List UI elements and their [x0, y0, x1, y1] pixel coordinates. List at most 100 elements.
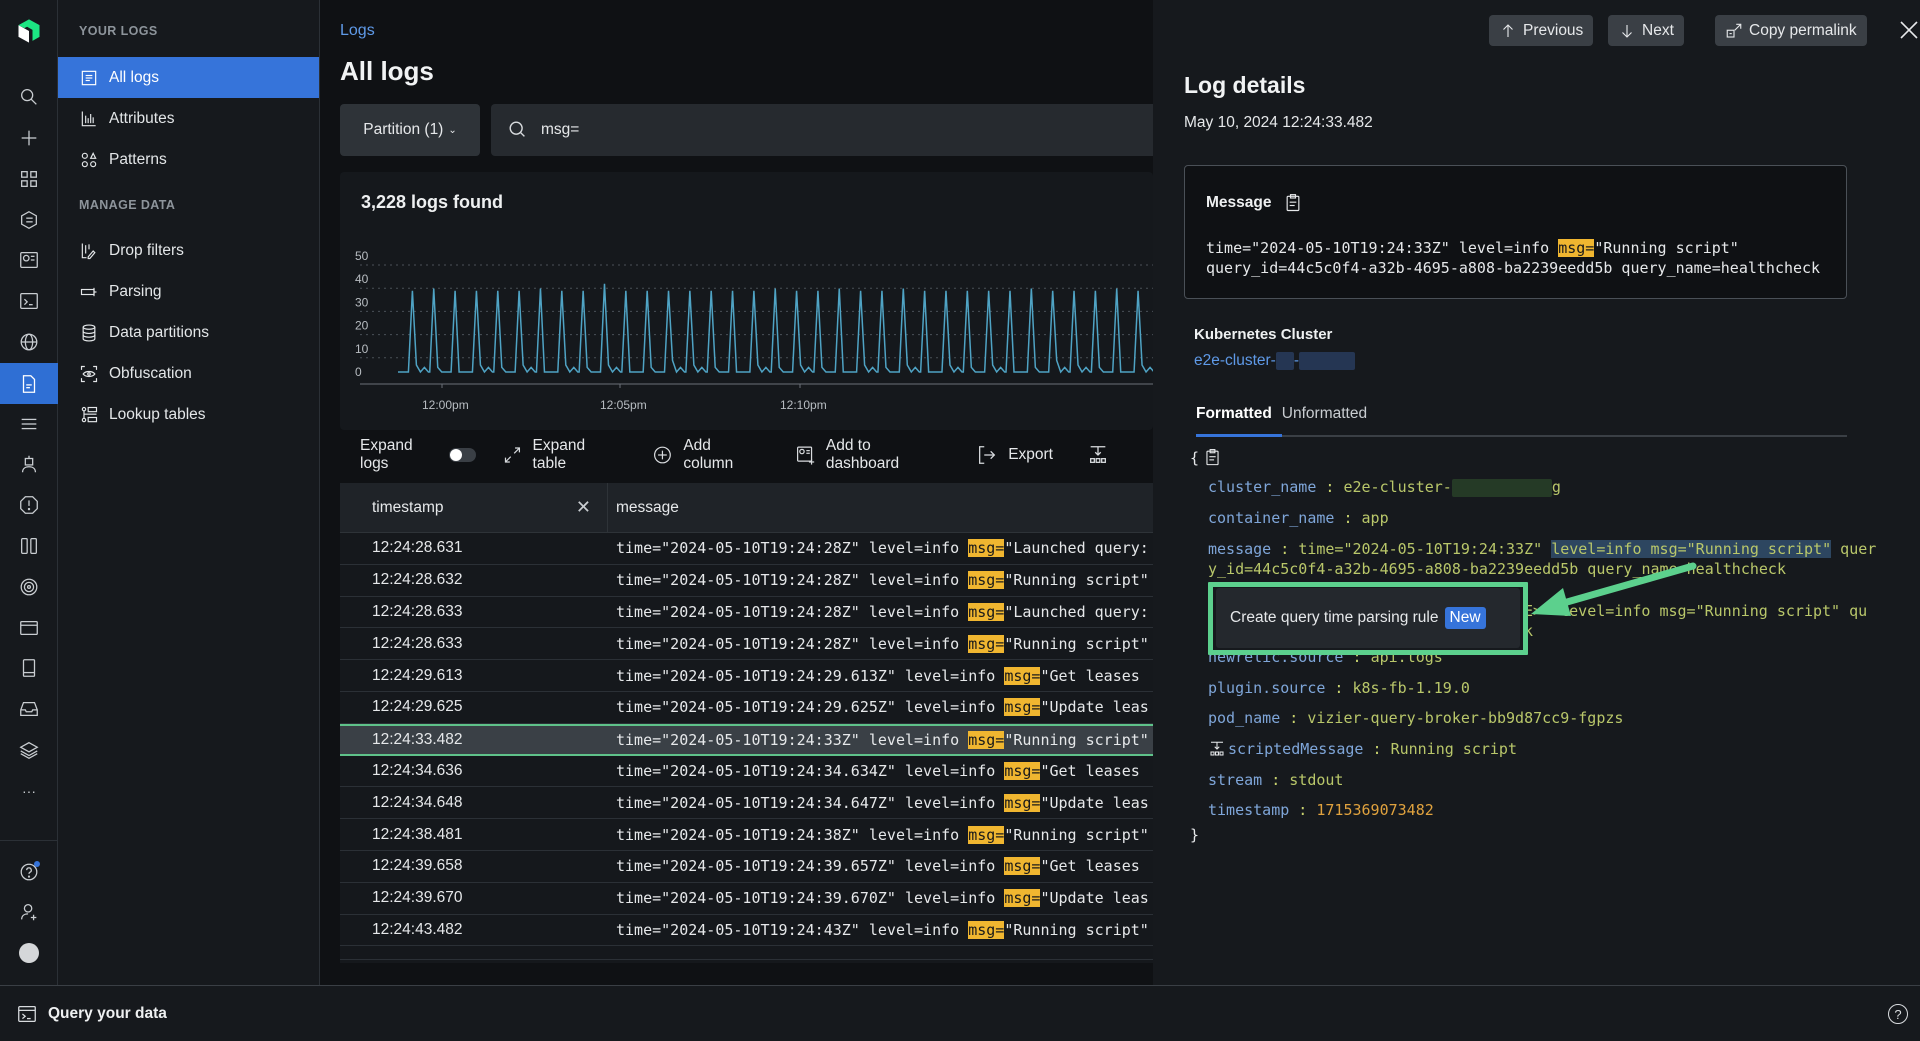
- y-tick-label: 10: [355, 342, 369, 356]
- table-row[interactable]: 12:24:33.482time="2024-05-10T19:24:33Z" …: [340, 724, 1153, 756]
- nav-item-lookup-tables[interactable]: Lookup tables: [58, 394, 319, 435]
- message-suffix: "Running script": [1004, 731, 1149, 749]
- column-settings-button[interactable]: [1087, 444, 1119, 466]
- add-to-dashboard-button[interactable]: Add to dashboard: [795, 437, 942, 473]
- terminal-icon[interactable]: [0, 281, 58, 321]
- export-button[interactable]: Export: [976, 444, 1053, 466]
- next-label: Next: [1642, 22, 1674, 40]
- json-field-scripted-message[interactable]: scriptedMessage : Running script: [1208, 740, 1517, 758]
- json-field-plugin-source[interactable]: plugin.source : k8s-fb-1.19.0: [1208, 679, 1470, 697]
- add-column-button[interactable]: Add column: [652, 437, 761, 473]
- robot-icon[interactable]: [0, 444, 58, 484]
- message-suffix: "Launched query:: [1004, 603, 1149, 621]
- nav-item-data-partitions[interactable]: Data partitions: [58, 312, 319, 353]
- table-row[interactable]: 12:24:28.633time="2024-05-10T19:24:28Z" …: [340, 597, 1153, 629]
- json-key: cluster_name: [1208, 478, 1316, 496]
- table-row[interactable]: 12:24:29.625time="2024-05-10T19:24:29.62…: [340, 692, 1153, 724]
- mobile-icon[interactable]: [0, 648, 58, 688]
- partition-dropdown[interactable]: Partition (1) ⌄: [340, 104, 480, 156]
- search-input[interactable]: msg=: [491, 104, 1153, 156]
- message-prefix: time="2024-05-10T19:24:28Z" level=info: [616, 539, 968, 557]
- nav-item-attributes[interactable]: Attributes: [58, 98, 319, 139]
- close-icon[interactable]: [1897, 18, 1920, 42]
- tab-formatted[interactable]: Formatted: [1196, 405, 1282, 437]
- json-field-stream[interactable]: stream : stdout: [1208, 771, 1343, 789]
- search-icon[interactable]: [0, 77, 58, 117]
- dashboard-icon[interactable]: [0, 240, 58, 280]
- table-row[interactable]: 12:24:28.631time="2024-05-10T19:24:28Z" …: [340, 533, 1153, 565]
- annotation-arrow-icon: [1525, 560, 1705, 620]
- clipboard-icon[interactable]: [1283, 193, 1303, 213]
- add-to-dashboard-label: Add to dashboard: [826, 437, 942, 473]
- apps-grid-icon[interactable]: [0, 159, 58, 199]
- kubernetes-cluster-link[interactable]: e2e-cluster- -: [1194, 352, 1355, 370]
- message-line2: query_id=44c5c0f4-a32b-4695-a808-ba2239e…: [1206, 259, 1820, 277]
- message-box: Message time="2024-05-10T19:24:33Z" leve…: [1184, 165, 1847, 299]
- query-your-data-button[interactable]: Query your data: [16, 986, 167, 1041]
- table-row[interactable]: 12:24:34.636time="2024-05-10T19:24:34.63…: [340, 756, 1153, 788]
- next-button[interactable]: Next: [1608, 15, 1684, 46]
- layers-icon[interactable]: [0, 730, 58, 770]
- table-row[interactable]: 12:24:43.482time="2024-05-10T19:24:43Z" …: [340, 915, 1153, 947]
- tab-unformatted[interactable]: Unformatted: [1282, 405, 1377, 435]
- avatar[interactable]: [0, 933, 58, 973]
- plus-icon[interactable]: [0, 118, 58, 158]
- message-text: time="2024-05-10T19:24:33Z" level=info m…: [1206, 238, 1820, 278]
- table-row[interactable]: 12:24:39.658time="2024-05-10T19:24:39.65…: [340, 851, 1153, 883]
- expand-logs-toggle[interactable]: Expand logs: [360, 437, 476, 473]
- message-prefix: time="2024-05-10T19:24:34.647Z" level=in…: [616, 794, 1004, 812]
- parsed-field-icon: [1208, 740, 1226, 758]
- create-parsing-rule-menu-item[interactable]: Create query time parsing rule New: [1216, 588, 1520, 648]
- table-row[interactable]: 12:24:29.613time="2024-05-10T19:24:29.61…: [340, 660, 1153, 692]
- json-value: time="2024-05-10T19:24:33Z": [1298, 540, 1551, 558]
- inbox-icon[interactable]: [0, 689, 58, 729]
- table-row[interactable]: 12:24:34.648time="2024-05-10T19:24:34.64…: [340, 787, 1153, 819]
- selected-text[interactable]: level=info msg="Running script": [1551, 540, 1831, 558]
- json-field-pod-name[interactable]: pod_name : vizier-query-broker-bb9d87cc9…: [1208, 709, 1623, 727]
- help-icon[interactable]: ?: [1888, 1004, 1908, 1024]
- target-icon[interactable]: [0, 567, 58, 607]
- document-icon: [79, 68, 99, 88]
- row-message: time="2024-05-10T19:24:29.613Z" level=in…: [616, 667, 1140, 685]
- columns-icon[interactable]: [0, 526, 58, 566]
- plus-circle-icon: [652, 444, 673, 466]
- json-field-timestamp[interactable]: timestamp : 1715369073482: [1208, 801, 1434, 819]
- table-row[interactable]: 12:24:28.633time="2024-05-10T19:24:28Z" …: [340, 628, 1153, 660]
- more-icon[interactable]: ···: [0, 771, 58, 811]
- table-row[interactable]: 12:24:38.481time="2024-05-10T19:24:38Z" …: [340, 819, 1153, 851]
- copy-permalink-button[interactable]: Copy permalink: [1715, 15, 1867, 46]
- column-header-message[interactable]: message: [608, 483, 679, 532]
- nav-item-drop-filters[interactable]: Drop filters: [58, 230, 319, 271]
- sliders-icon[interactable]: [0, 404, 58, 444]
- json-value: quer: [1831, 540, 1876, 558]
- remove-column-icon[interactable]: ✕: [576, 497, 591, 518]
- previous-button[interactable]: Previous: [1489, 15, 1593, 46]
- globe-icon[interactable]: [0, 322, 58, 362]
- help-icon[interactable]: [0, 852, 58, 892]
- json-field-cluster-name[interactable]: cluster_name : e2e-cluster-g: [1208, 478, 1561, 497]
- add-user-icon[interactable]: [0, 892, 58, 932]
- logo-icon[interactable]: [0, 10, 58, 52]
- table-row[interactable]: 12:24:28.632time="2024-05-10T19:24:28Z" …: [340, 565, 1153, 597]
- entity-hex-icon[interactable]: [0, 200, 58, 240]
- y-tick-label: 40: [355, 272, 369, 286]
- browser-icon[interactable]: [0, 608, 58, 648]
- log-volume-chart: 0102030405012:00pm12:05pm12:10pm: [340, 240, 1153, 420]
- logs-icon[interactable]: [0, 363, 58, 404]
- json-field-container-name[interactable]: container_name : app: [1208, 509, 1389, 527]
- nav-item-patterns[interactable]: Patterns: [58, 139, 319, 180]
- nav-item-obfuscation[interactable]: Obfuscation: [58, 353, 319, 394]
- column-header-timestamp[interactable]: timestamp ✕: [340, 483, 608, 532]
- breadcrumb[interactable]: Logs: [340, 22, 375, 40]
- alert-icon[interactable]: [0, 485, 58, 525]
- nav-item-all-logs[interactable]: All logs: [58, 57, 319, 98]
- json-value: vizier-query-broker-bb9d87cc9-fgpzs: [1307, 709, 1623, 727]
- toggle-switch[interactable]: [449, 448, 476, 462]
- table-row[interactable]: 12:24:39.670time="2024-05-10T19:24:39.67…: [340, 883, 1153, 915]
- json-field-message[interactable]: message : time="2024-05-10T19:24:33Z" le…: [1208, 540, 1876, 558]
- clipboard-icon[interactable]: [1203, 448, 1222, 467]
- row-timestamp: 12:24:34.636: [340, 762, 616, 780]
- json-key: message: [1208, 540, 1271, 558]
- nav-item-parsing[interactable]: Parsing: [58, 271, 319, 312]
- expand-table-button[interactable]: Expand table: [502, 437, 619, 473]
